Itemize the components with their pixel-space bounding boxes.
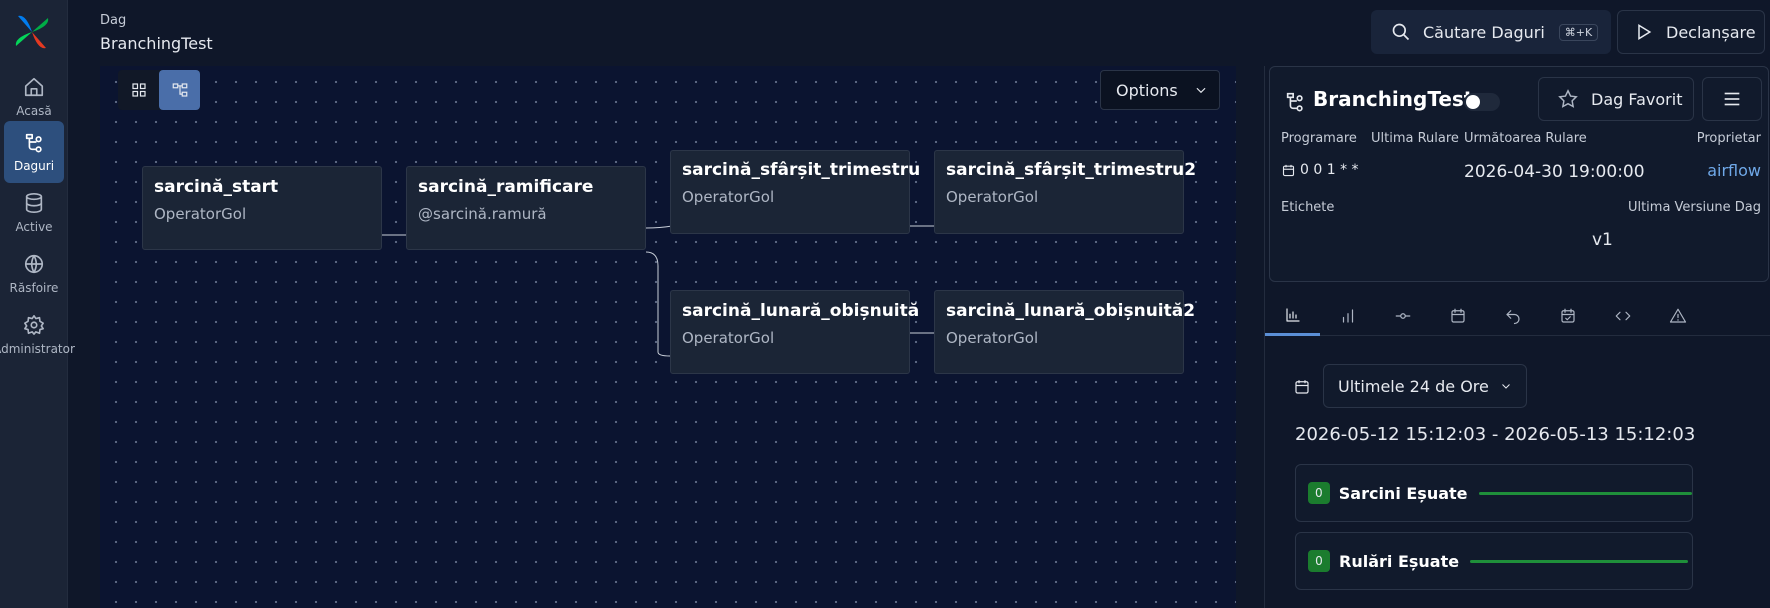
- failed-runs-count: 0: [1308, 550, 1330, 572]
- version-label: Ultima Versiune Dag: [1627, 200, 1761, 215]
- time-range-select[interactable]: Ultimele 24 de Ore: [1323, 364, 1527, 408]
- undo-icon: [1505, 310, 1520, 325]
- task-name: sarcină_lunară_obișnuită: [682, 301, 920, 321]
- favorite-label: Dag Favorit: [1591, 89, 1683, 109]
- failed-runs-label: Rulări Eșuate: [1339, 551, 1460, 571]
- breadcrumb-dag-title[interactable]: BranchingTest: [100, 34, 213, 53]
- dag-details-card: BranchingTest Dag Favorit Programare Ult…: [1269, 66, 1769, 282]
- commit-icon: [1395, 313, 1410, 319]
- search-shortcut: ⌘+K: [1558, 23, 1599, 41]
- tab-overview[interactable]: [1265, 296, 1320, 336]
- task-name: sarcină_start: [154, 177, 279, 197]
- failed-tasks-card[interactable]: 0 Sarcini Eșuate: [1295, 464, 1693, 522]
- task-node[interactable]: sarcină_sfârșit_trimestru2 OperatorGol: [934, 150, 1197, 234]
- owner-label: Proprietar: [1696, 131, 1761, 146]
- tab-import-errors[interactable]: [1650, 296, 1705, 336]
- airflow-logo-icon[interactable]: [12, 12, 52, 52]
- breadcrumb-label: Dag: [100, 13, 127, 28]
- schedule-label: Programare: [1281, 131, 1357, 146]
- time-range-value: Ultimele 24 de Ore: [1338, 376, 1489, 396]
- failed-tasks-label: Sarcini Eșuate: [1338, 483, 1468, 503]
- details-tabs: [1265, 296, 1770, 336]
- tab-calendar[interactable]: [1430, 296, 1485, 336]
- tab-backfills[interactable]: [1485, 296, 1540, 336]
- task-node[interactable]: sarcină_ramificare @sarcină.ramură: [406, 166, 646, 250]
- nav-item-admin[interactable]: Administrator: [0, 304, 75, 366]
- task-operator: @sarcină.ramură: [418, 205, 547, 223]
- nav-item-label: Administrator: [0, 342, 75, 356]
- task-name: sarcină_sfârșit_trimestru2: [946, 160, 1197, 180]
- trigger-label: Declanșare: [1666, 22, 1756, 42]
- graph-canvas[interactable]: Options sarcină_start OperatorGol sarcin…: [100, 66, 1236, 608]
- failed-runs-bar: [1470, 559, 1689, 563]
- left-nav: Acasă Daguri Active Răsfoire Administrat…: [0, 0, 75, 608]
- dag-icon: [1286, 92, 1303, 112]
- task-node[interactable]: sarcină_start OperatorGol: [142, 166, 382, 250]
- schedule-cron: 0 0 1 * *: [1300, 162, 1359, 178]
- task-name: sarcină_sfârșit_trimestru: [682, 160, 921, 180]
- task-name: sarcină_lunară_obișnuită2: [946, 301, 1196, 321]
- task-operator: OperatorGol: [946, 188, 1039, 206]
- menu-icon: [1724, 92, 1740, 106]
- dag-icon: [25, 133, 42, 153]
- home-icon: [24, 77, 44, 97]
- toggle-knob: [1466, 95, 1480, 109]
- task-node[interactable]: sarcină_lunară_obișnuită2 OperatorGol: [934, 290, 1196, 374]
- chevron-down-icon: [1502, 384, 1510, 389]
- search-dags-label: Căutare Daguri: [1423, 22, 1545, 42]
- dag-details-panel: BranchingTest Dag Favorit Programare Ult…: [1264, 66, 1770, 608]
- nav-item-dags[interactable]: Daguri: [4, 121, 64, 183]
- code-icon: [1615, 311, 1630, 321]
- globe-icon: [24, 254, 44, 274]
- version-value: v1: [1592, 230, 1613, 250]
- database-icon: [25, 193, 43, 213]
- tab-events[interactable]: [1540, 296, 1595, 336]
- calendar-check-icon: [1560, 308, 1575, 323]
- search-icon: [1392, 23, 1410, 41]
- task-operator: OperatorGol: [154, 205, 247, 223]
- nav-item-home[interactable]: Acasă: [0, 66, 68, 128]
- failed-tasks-bar: [1478, 491, 1692, 495]
- calendar-icon: [1450, 308, 1465, 323]
- dag-title: BranchingTest: [1313, 87, 1474, 111]
- task-name: sarcină_ramificare: [418, 177, 594, 197]
- nav-item-label: Acasă: [16, 104, 52, 118]
- play-icon: [1638, 23, 1652, 41]
- tab-tasks[interactable]: [1375, 296, 1430, 336]
- task-operator: OperatorGol: [682, 188, 775, 206]
- nav-item-assets[interactable]: Active: [0, 182, 68, 244]
- last-run-label: Ultima Rulare: [1371, 131, 1459, 146]
- task-operator: OperatorGol: [682, 329, 775, 347]
- time-range-text: 2026-05-12 15:12:03 - 2026-05-13 15:12:0…: [1295, 424, 1696, 445]
- bar-chart-icon: [1342, 309, 1353, 323]
- gear-icon: [24, 315, 44, 335]
- favorite-dag-button[interactable]: Dag Favorit: [1538, 77, 1694, 121]
- trigger-dag-button[interactable]: Declanșare: [1617, 10, 1765, 54]
- warning-icon: [1669, 308, 1686, 323]
- tags-label: Etichete: [1281, 200, 1335, 215]
- nav-item-label: Daguri: [13, 159, 55, 173]
- next-run-label: Următoarea Rulare: [1464, 131, 1587, 146]
- task-node[interactable]: sarcină_sfârșit_trimestru OperatorGol: [670, 150, 921, 234]
- pause-toggle[interactable]: [1464, 93, 1500, 111]
- owner-link[interactable]: airflow: [1707, 161, 1761, 180]
- task-node[interactable]: sarcină_lunară_obișnuită OperatorGol: [670, 290, 920, 374]
- search-dags-button[interactable]: Căutare Daguri ⌘+K: [1371, 10, 1611, 54]
- task-operator: OperatorGol: [946, 329, 1039, 347]
- tab-code[interactable]: [1595, 296, 1650, 336]
- calendar-icon: [1282, 164, 1295, 176]
- schedule-value: 0 0 1 * *: [1281, 162, 1359, 178]
- overview-icon: [1285, 307, 1300, 322]
- failed-tasks-count: 0: [1308, 482, 1330, 504]
- calendar-icon: [1295, 380, 1309, 394]
- failed-runs-card[interactable]: 0 Rulări Eșuate: [1295, 532, 1693, 590]
- star-icon: [1558, 89, 1578, 108]
- tab-runs[interactable]: [1320, 296, 1375, 336]
- menu-button[interactable]: [1702, 77, 1762, 121]
- nav-item-label: Active: [15, 220, 53, 234]
- next-run-value: 2026-04-30 19:00:00: [1464, 162, 1645, 182]
- nav-item-label: Răsfoire: [9, 281, 59, 295]
- nav-item-browse[interactable]: Răsfoire: [0, 243, 68, 305]
